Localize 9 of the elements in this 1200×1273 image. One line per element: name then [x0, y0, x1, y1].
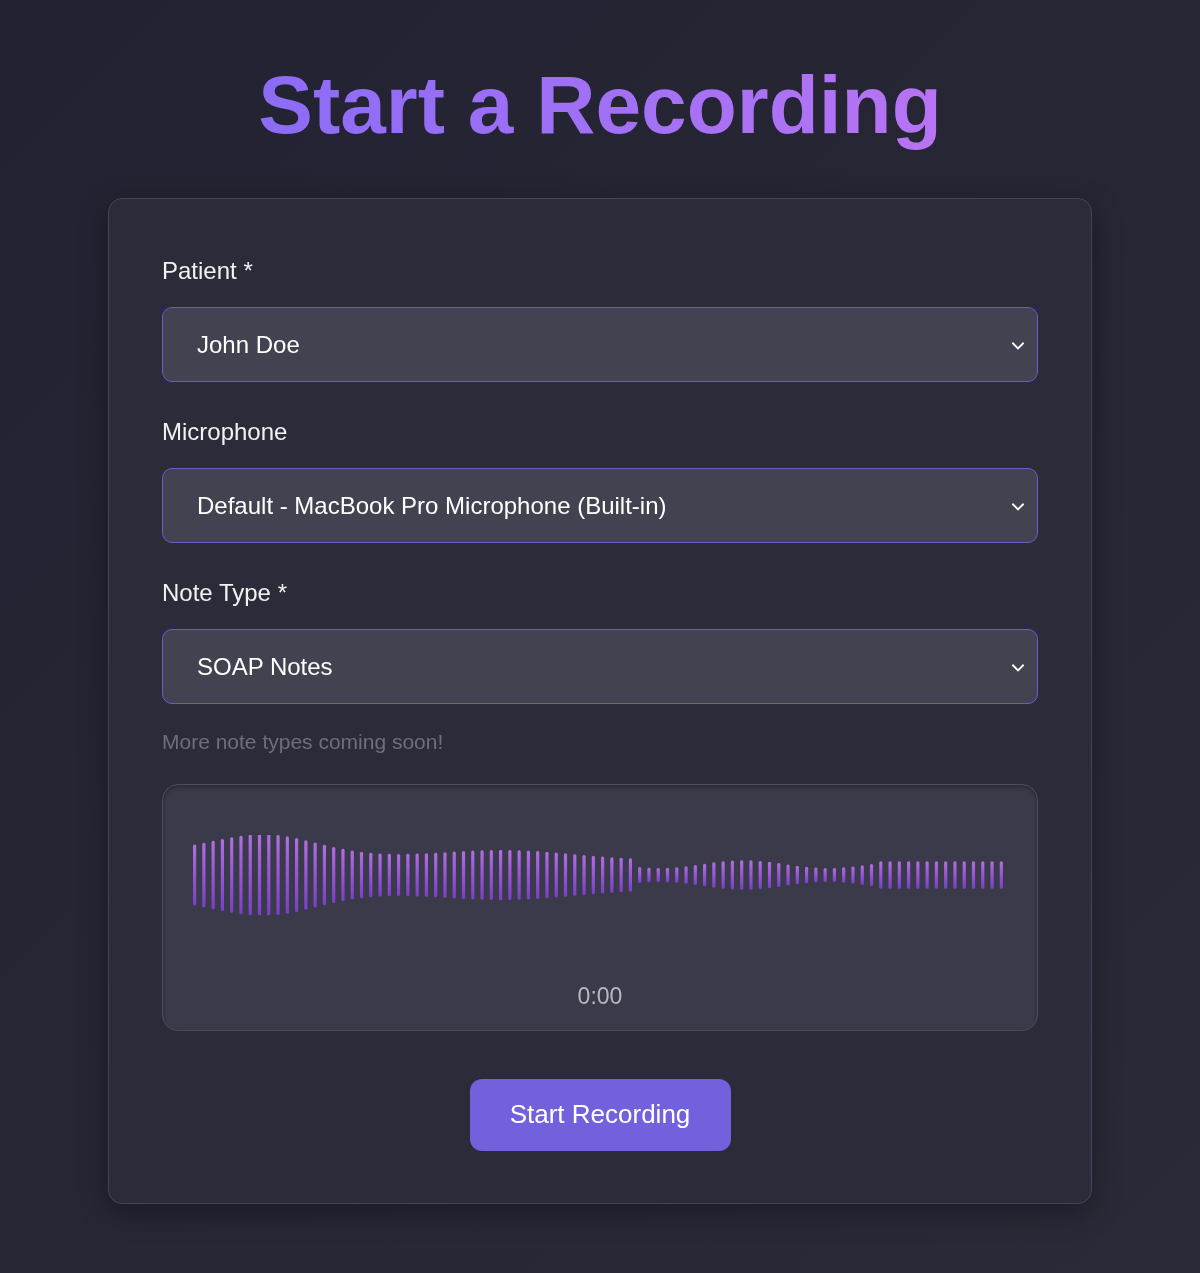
field-label: Note Type *: [162, 578, 287, 609]
field-label: Patient *: [162, 256, 253, 287]
dropdown-field[interactable]: Default - MacBook Pro Microphone (Built-in): [162, 468, 1038, 544]
dropdown-field[interactable]: John Doe: [162, 307, 1038, 383]
hint-text: More note types coming soon!: [162, 729, 444, 756]
timer-text: 0:00: [577, 981, 623, 1011]
dropdown-field[interactable]: SOAP Notes: [162, 629, 1038, 705]
field-label: Microphone: [162, 417, 288, 448]
start-recording-button[interactable]: Start Recording: [469, 1078, 731, 1151]
